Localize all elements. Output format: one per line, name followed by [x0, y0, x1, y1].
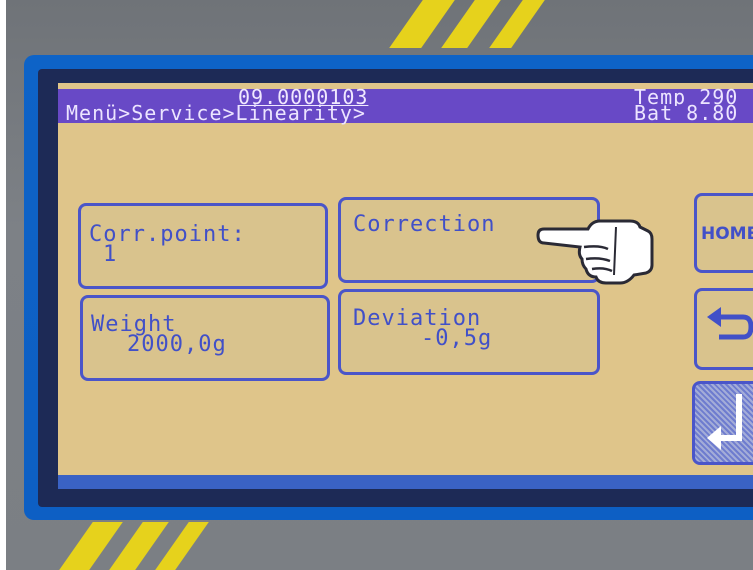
device-housing: 09.0000103 Temp 290 Menü>Service>Lineari…: [6, 0, 753, 570]
weight-value: 2000,0g: [127, 332, 227, 357]
deviation-value: -0,5g: [421, 326, 493, 351]
corr-point-tile[interactable]: Corr.point: 1: [78, 203, 328, 289]
pointing-hand-icon: [536, 219, 654, 285]
lcd-screen: 09.0000103 Temp 290 Menü>Service>Lineari…: [58, 83, 753, 475]
screen-bezel: 09.0000103 Temp 290 Menü>Service>Lineari…: [24, 55, 753, 520]
home-button[interactable]: HOME: [694, 193, 753, 273]
home-label: HOME: [701, 224, 753, 244]
weight-tile[interactable]: Weight 2000,0g: [80, 295, 330, 381]
corr-point-value: 1: [103, 242, 118, 267]
warning-stripe: [441, 0, 501, 48]
battery-readout: Bat 8.80: [634, 101, 739, 125]
breadcrumb: Menü>Service>Linearity>: [66, 101, 366, 125]
enter-arrow-icon: [707, 394, 742, 450]
lcd-frame: 09.0000103 Temp 290 Menü>Service>Lineari…: [38, 69, 753, 507]
warning-stripe: [489, 0, 545, 48]
enter-button[interactable]: [692, 381, 753, 465]
back-button[interactable]: [694, 288, 753, 370]
return-arrow-icon: [707, 307, 753, 340]
header-bar-breadcrumb: Menü>Service>Linearity> Bat 8.80: [58, 101, 753, 125]
lcd-bottom-strip: [58, 475, 753, 489]
correction-label: Correction: [353, 212, 496, 237]
deviation-tile[interactable]: Deviation -0,5g: [338, 289, 600, 375]
